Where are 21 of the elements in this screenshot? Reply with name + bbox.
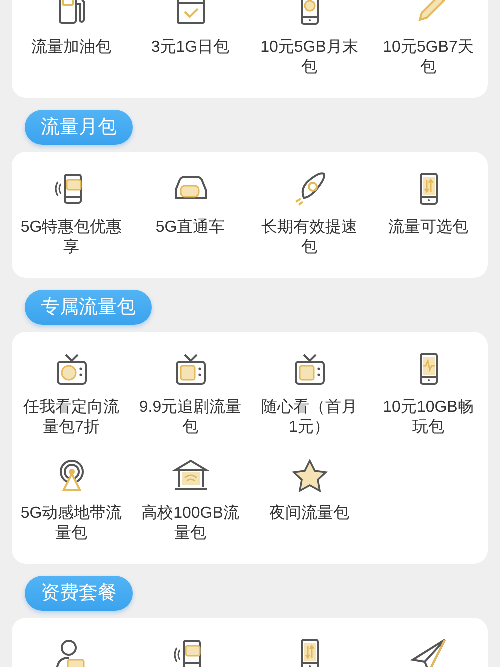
item-label[interactable]: 流量加油包 xyxy=(32,38,112,58)
item-label[interactable]: 5G直通车 xyxy=(156,218,226,238)
item-label[interactable]: 5G动感地带流量包 xyxy=(20,504,124,544)
item-label[interactable]: 10元5GB月末包 xyxy=(258,38,362,78)
paper-plane-icon[interactable] xyxy=(408,638,448,667)
star-icon[interactable] xyxy=(290,458,330,492)
item-label[interactable]: 9.9元追剧流量包 xyxy=(138,398,242,438)
item-label[interactable]: 10元5GB7天包 xyxy=(376,38,480,78)
item-label[interactable]: 流量可选包 xyxy=(388,218,468,238)
item-label[interactable]: 10元10GB畅玩包 xyxy=(376,398,480,438)
item-label[interactable]: 5G特惠包优惠享 xyxy=(20,218,124,258)
item-label[interactable]: 3元1G日包 xyxy=(151,38,230,58)
school-icon[interactable] xyxy=(170,458,210,492)
item-label[interactable]: 高校100GB流量包 xyxy=(138,504,242,544)
item-label[interactable]: 任我看定向流量包7折 xyxy=(20,398,124,438)
section-title: 资费套餐 xyxy=(25,576,133,611)
item-label[interactable]: 夜间流量包 xyxy=(270,504,350,524)
section-title: 专属流量包 xyxy=(25,290,152,325)
item-label[interactable]: 长期有效提速包 xyxy=(258,218,362,258)
item-label[interactable]: 随心看（首月1元） xyxy=(258,398,362,438)
section-title: 流量月包 xyxy=(25,110,133,145)
